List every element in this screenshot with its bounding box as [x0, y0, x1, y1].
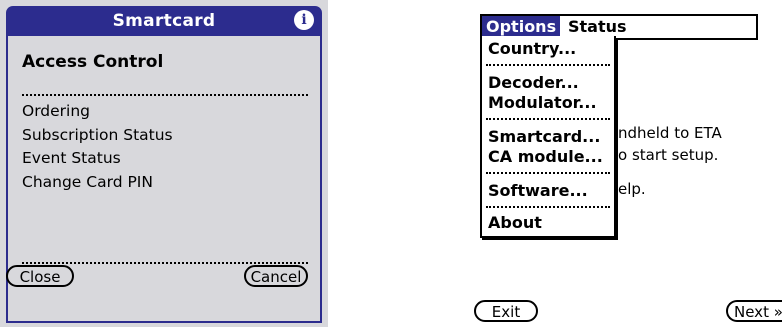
menu-separator — [486, 172, 610, 174]
menu-status[interactable]: Status — [564, 16, 631, 38]
list-item-event-status[interactable]: Event Status — [22, 147, 173, 171]
smartcard-screen: Smartcard i Access Control Ordering Subs… — [0, 0, 328, 327]
menu-item-software[interactable]: Software... — [488, 180, 588, 202]
close-button[interactable]: Close — [6, 265, 74, 287]
divider-bottom — [22, 262, 308, 264]
list-item-change-card-pin[interactable]: Change Card PIN — [22, 171, 173, 195]
list-item-ordering[interactable]: Ordering — [22, 100, 173, 124]
dialog-title: Smartcard — [112, 11, 216, 31]
background-text-line-2: o start setup. — [618, 146, 719, 164]
menu-item-about[interactable]: About — [488, 212, 542, 234]
menu-separator — [486, 118, 610, 120]
options-screen: ndheld to ETA o start setup. elp. Option… — [454, 0, 782, 327]
menu-item-decoder[interactable]: Decoder... — [488, 72, 579, 94]
list-item-subscription-status[interactable]: Subscription Status — [22, 124, 173, 148]
menu-item-smartcard[interactable]: Smartcard... — [488, 126, 600, 148]
background-text-line-1: ndheld to ETA — [618, 124, 722, 142]
info-icon[interactable]: i — [294, 10, 314, 30]
menu-separator — [486, 64, 610, 66]
divider-top — [22, 94, 308, 96]
cancel-button[interactable]: Cancel — [244, 265, 308, 287]
dialog-titlebar: Smartcard i — [6, 6, 322, 36]
menu-separator — [486, 206, 610, 208]
options-dropdown: Country... Decoder... Modulator... Smart… — [480, 36, 616, 238]
background-text-line-3: elp. — [618, 180, 646, 198]
menu-options[interactable]: Options — [482, 16, 561, 38]
next-button[interactable]: Next » — [726, 300, 782, 322]
menu-item-ca-module[interactable]: CA module... — [488, 146, 603, 168]
exit-button[interactable]: Exit — [474, 300, 538, 322]
menu-item-modulator[interactable]: Modulator... — [488, 92, 597, 114]
access-control-list: Ordering Subscription Status Event Statu… — [22, 100, 173, 194]
access-control-heading: Access Control — [22, 52, 164, 72]
menu-item-country[interactable]: Country... — [488, 38, 576, 60]
